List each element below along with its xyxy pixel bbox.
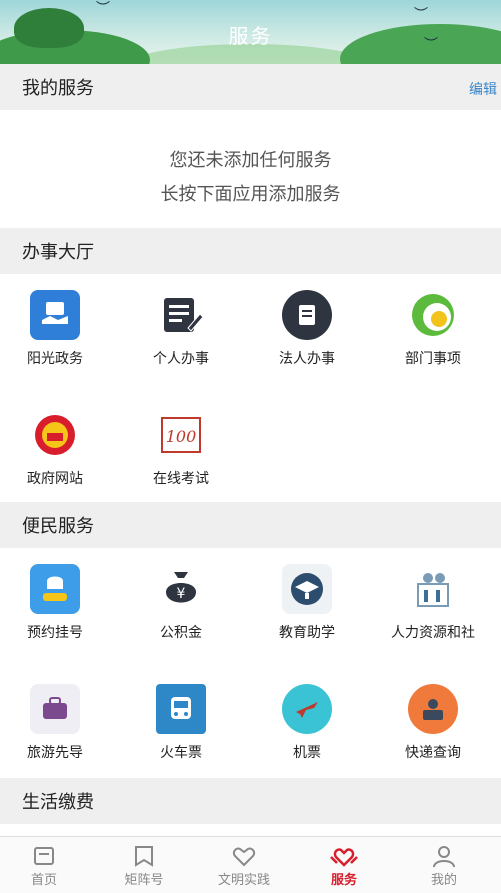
tab-label: 矩阵号 [124,873,164,888]
item-label: 政府网站 [27,471,83,487]
my-services-header: 我的服务 编辑 [0,64,501,110]
train-ticket-icon [156,684,206,734]
travel-icon [30,684,80,734]
item-label: 机票 [293,745,321,761]
matrix-icon [104,843,184,869]
grid-item-express-query[interactable]: 快递查询 [378,684,488,762]
item-label: 预约挂号 [27,625,83,641]
svg-text:¥: ¥ [177,586,186,602]
grid-item-corporate-affairs[interactable]: 法人办事 [252,290,362,368]
empty-hint: 长按下面应用添加服务 [160,184,341,205]
appointment-icon [30,564,80,614]
item-label: 部门事项 [405,351,461,367]
grid-item-appointment[interactable]: 预约挂号 [0,564,110,642]
grid-item-hr-social[interactable]: 人力资源和社 [378,564,488,642]
section-title: 办事大厅 [22,242,94,263]
home-icon [4,843,84,869]
page-title: 服务 [228,24,273,48]
bird-icon: ︶ [96,1,110,17]
tab-matrix[interactable]: 矩阵号 [104,843,184,888]
tab-label: 首页 [30,873,57,888]
education-icon [282,564,332,614]
empty-hint: 您还未添加任何服务 [169,150,332,171]
item-label: 旅游先导 [27,745,83,761]
convenience-header: 便民服务 [0,502,501,548]
sunshine-gov-icon [30,290,80,340]
tab-service[interactable]: 服务 [304,843,384,888]
life-payment-header: 生活缴费 [0,778,501,824]
grid-item-education[interactable]: 教育助学 [252,564,362,642]
tab-label: 文明实践 [217,873,270,888]
tab-civilization[interactable]: 文明实践 [204,843,284,888]
item-label: 火车票 [160,745,202,761]
express-query-icon [408,684,458,734]
item-label: 人力资源和社 [391,625,475,641]
item-label: 个人办事 [153,351,209,367]
service-icon [304,843,384,869]
corporate-affairs-icon [282,290,332,340]
grid-item-train-ticket[interactable]: 火车票 [126,684,236,762]
svg-text:100: 100 [166,427,197,446]
item-label: 法人办事 [279,351,335,367]
profile-icon [404,843,484,869]
grid-item-personal-affairs[interactable]: 个人办事 [126,290,236,368]
grid-item-air-ticket[interactable]: 机票 [252,684,362,762]
hall-header: 办事大厅 [0,228,501,274]
online-exam-icon: 100 [156,410,206,460]
heart-icon [204,843,284,869]
item-label: 公积金 [160,625,202,641]
tab-profile[interactable]: 我的 [404,843,484,888]
personal-affairs-icon [156,290,206,340]
section-title: 便民服务 [22,516,94,537]
tab-label: 我的 [430,873,457,888]
edit-button[interactable]: 编辑 [469,79,497,99]
grid-item-travel[interactable]: 旅游先导 [0,684,110,762]
department-matters-icon [408,290,458,340]
hr-social-icon [408,564,458,614]
tab-label: 服务 [330,873,357,888]
grid-item-online-exam[interactable]: 100 在线考试 [126,410,236,488]
grid-item-gov-website[interactable]: 政府网站 [0,410,110,488]
item-label: 阳光政务 [27,351,83,367]
bottom-tab-bar: 首页 矩阵号 文明实践 服务 我的 [0,836,501,893]
tab-home[interactable]: 首页 [4,843,84,888]
section-title: 我的服务 [22,78,94,99]
item-label: 快递查询 [405,745,461,761]
gov-website-icon [30,410,80,460]
header-banner: ︶ ︶ ︶ 服务 [0,0,501,64]
housing-fund-icon: ¥ [156,564,206,614]
air-ticket-icon [282,684,332,734]
item-label: 教育助学 [279,625,335,641]
item-label: 在线考试 [153,471,209,487]
grid-item-sunshine-gov[interactable]: 阳光政务 [0,290,110,368]
grid-item-department-matters[interactable]: 部门事项 [378,290,488,368]
section-title: 生活缴费 [22,792,94,813]
grid-item-housing-fund[interactable]: ¥ 公积金 [126,564,236,642]
